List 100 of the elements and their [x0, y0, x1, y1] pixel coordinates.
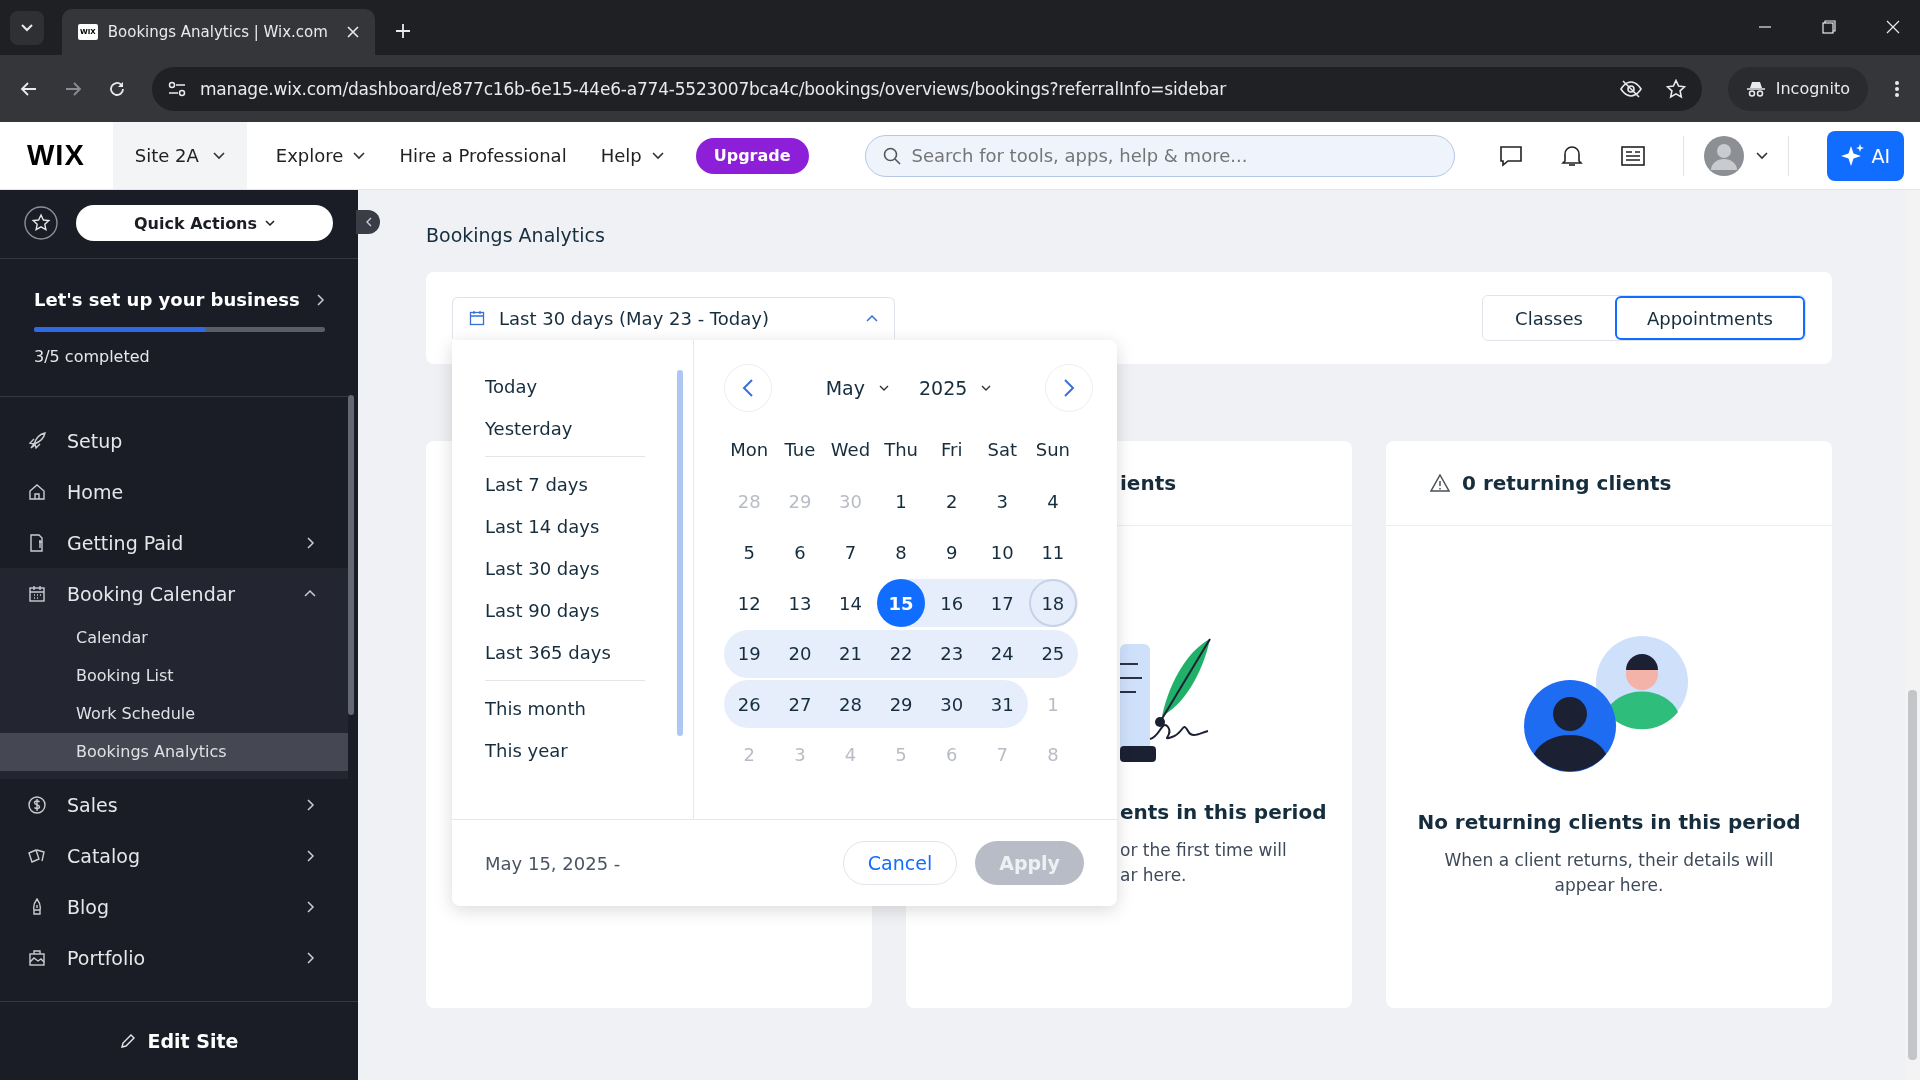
tab-list-button[interactable]: [10, 11, 44, 45]
scrollbar-thumb[interactable]: [677, 370, 683, 736]
preset-option[interactable]: Last 7 days: [485, 464, 693, 506]
calendar-day[interactable]: 7: [826, 528, 875, 577]
close-icon[interactable]: [347, 26, 359, 38]
more-vertical-icon[interactable]: [1894, 79, 1900, 98]
chevron-down-icon: [21, 24, 33, 32]
calendar-day[interactable]: 25: [1028, 629, 1077, 678]
preset-option[interactable]: Yesterday: [485, 408, 693, 450]
newspaper-icon[interactable]: [1621, 144, 1646, 167]
sidebar-subitem[interactable]: Calendar: [0, 619, 348, 657]
date-range-dropdown[interactable]: Last 30 days (May 23 - Today): [452, 297, 895, 339]
nav-menu[interactable]: Explore: [258, 145, 383, 166]
sidebar-item[interactable]: Booking Calendar: [0, 568, 348, 619]
quick-actions-button[interactable]: Quick Actions: [76, 205, 333, 241]
sidebar-item[interactable]: Catalog: [0, 830, 348, 881]
calendar-day[interactable]: 30: [927, 680, 976, 729]
preset-option[interactable]: Last 30 days: [485, 548, 693, 590]
incognito-button[interactable]: Incognito: [1727, 66, 1868, 111]
sidebar-subitem[interactable]: Bookings Analytics: [0, 733, 348, 771]
calendar-day[interactable]: 28: [826, 680, 875, 729]
site-selector[interactable]: Site 2A: [112, 122, 247, 189]
chevron-right-icon[interactable]: [317, 293, 325, 306]
wix-logo[interactable]: WIX: [27, 139, 85, 172]
reload-icon[interactable]: [108, 79, 126, 98]
calendar-day[interactable]: 9: [927, 528, 976, 577]
chevron-right-icon: [304, 536, 316, 549]
restore-icon[interactable]: [1822, 20, 1836, 34]
search-field[interactable]: Search for tools, apps, help & more...: [864, 134, 1455, 177]
nav-menu[interactable]: Hire a Professional: [382, 145, 584, 166]
calendar-day[interactable]: 31: [978, 680, 1027, 729]
calendar-day[interactable]: 19: [725, 629, 774, 678]
plus-icon[interactable]: [395, 23, 411, 39]
sidebar-subitem[interactable]: Work Schedule: [0, 695, 348, 733]
selected-range-text: May 15, 2025 -: [485, 852, 621, 874]
sidebar-subitem[interactable]: Booking List: [0, 657, 348, 695]
preset-option[interactable]: Last 90 days: [485, 590, 693, 632]
preset-option[interactable]: Today: [485, 366, 693, 408]
close-icon[interactable]: [1886, 20, 1900, 34]
sidebar-item[interactable]: Setup: [0, 415, 348, 466]
calendar-day[interactable]: 15: [877, 579, 926, 628]
calendar-day[interactable]: 1: [877, 477, 926, 526]
upgrade-button[interactable]: Upgrade: [695, 137, 809, 174]
sidebar-item[interactable]: Home: [0, 466, 348, 517]
collapse-sidebar-button[interactable]: [356, 210, 380, 234]
chat-icon[interactable]: [1499, 144, 1524, 167]
sidebar-item[interactable]: Portfolio: [0, 932, 348, 983]
preset-option[interactable]: This month: [485, 688, 693, 730]
calendar-day[interactable]: 20: [775, 629, 824, 678]
preset-option[interactable]: Last 14 days: [485, 506, 693, 548]
calendar-day[interactable]: 21: [826, 629, 875, 678]
calendar-day[interactable]: 29: [877, 680, 926, 729]
scrollbar-thumb[interactable]: [1908, 690, 1917, 1060]
calendar-day[interactable]: 6: [775, 528, 824, 577]
back-arrow-icon[interactable]: [20, 79, 38, 98]
chevron-up-icon: [866, 314, 878, 322]
address-bar[interactable]: manage.wix.com/dashboard/e877c16b-6e15-44e6-a774-5523007bca4c/bookings/overviews/bookings?referralInfo=sidebar: [152, 66, 1702, 111]
preset-option[interactable]: This year: [485, 730, 693, 772]
avatar-icon[interactable]: [1704, 135, 1745, 176]
year-dropdown[interactable]: 2025: [918, 377, 992, 399]
weekday-label: Sun: [1034, 437, 1071, 462]
calendar-day[interactable]: 2: [927, 477, 976, 526]
calendar-day[interactable]: 13: [775, 579, 824, 628]
calendar-day[interactable]: 11: [1028, 528, 1077, 577]
cancel-button[interactable]: Cancel: [842, 841, 958, 885]
eye-slash-icon[interactable]: [1619, 79, 1642, 98]
search-icon: [882, 146, 901, 165]
preset-option[interactable]: Last 365 days: [485, 632, 693, 674]
calendar-day[interactable]: 23: [927, 629, 976, 678]
nav-menu[interactable]: Help: [583, 145, 681, 166]
calendar-day[interactable]: 4: [1028, 477, 1077, 526]
weekday-label: Thu: [883, 437, 919, 462]
chevron-down-icon[interactable]: [1756, 151, 1769, 160]
calendar-day[interactable]: 22: [877, 629, 926, 678]
calendar-icon: [28, 584, 46, 603]
sidebar-item[interactable]: Sales: [0, 779, 348, 830]
calendar-day[interactable]: 17: [978, 579, 1027, 628]
view-tab[interactable]: Appointments: [1614, 296, 1805, 340]
forward-arrow-icon[interactable]: [64, 79, 82, 98]
calendar-day[interactable]: 3: [978, 477, 1027, 526]
calendar-day[interactable]: 10: [978, 528, 1027, 577]
site-settings-icon[interactable]: [168, 80, 186, 97]
edit-site-button[interactable]: Edit Site: [113, 1029, 245, 1053]
calendar-day[interactable]: 8: [877, 528, 926, 577]
calendar-day[interactable]: 12: [725, 579, 774, 628]
progress-count: 3/5 completed: [34, 347, 151, 366]
calendar-day[interactable]: 5: [725, 528, 774, 577]
sidebar-item[interactable]: Blog: [0, 881, 348, 932]
calendar-day[interactable]: 14: [826, 579, 875, 628]
calendar-day[interactable]: 24: [978, 629, 1027, 678]
scrollbar-thumb[interactable]: [348, 395, 354, 715]
ai-button[interactable]: AI: [1827, 130, 1904, 181]
setup-title[interactable]: Let's set up your business: [34, 289, 300, 310]
calendar-day[interactable]: 18: [1028, 579, 1077, 628]
calendar-day[interactable]: 27: [775, 680, 824, 729]
calendar-day[interactable]: 16: [927, 579, 976, 628]
month-dropdown[interactable]: May: [825, 377, 889, 399]
sidebar-item[interactable]: Getting Paid: [0, 517, 348, 568]
calendar-day[interactable]: 26: [725, 680, 774, 729]
bell-icon[interactable]: [1561, 143, 1584, 168]
